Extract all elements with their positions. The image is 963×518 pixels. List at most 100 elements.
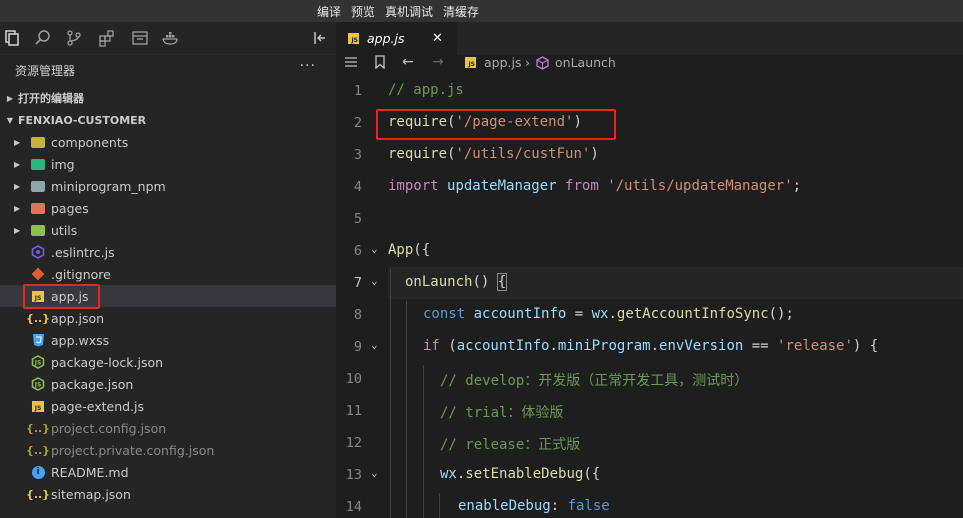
toggle-panel-icon[interactable] (311, 29, 329, 47)
file-tree: ▶ components ▶ img ▶ miniprogram_npm ▶ p… (0, 131, 336, 505)
clear-cache-button[interactable]: 清缓存 (443, 3, 479, 20)
info-icon: i (30, 464, 46, 480)
line-number: 14 (345, 499, 362, 515)
open-editors-label: 打开的编辑器 (18, 92, 84, 105)
devtools-icon[interactable] (131, 29, 149, 47)
chevron-right-icon: ▶ (6, 93, 14, 103)
code-line: 11 // trial：体验版 (336, 395, 963, 427)
breadcrumb-symbol[interactable]: onLaunch (555, 55, 616, 70)
chevron-down-icon[interactable]: ⌄ (371, 242, 378, 255)
json-file-icon: {..} (25, 443, 51, 457)
back-arrow-icon[interactable]: ← (402, 54, 414, 70)
docker-icon[interactable] (162, 29, 180, 47)
tree-item-pages[interactable]: ▶ pages (0, 197, 336, 219)
tree-item-page-extend[interactable]: JS page-extend.js (0, 395, 336, 417)
highlight-box-require (376, 109, 616, 140)
line-number: 10 (345, 371, 362, 387)
compile-button[interactable]: 编译 (317, 3, 341, 20)
line-number: 5 (353, 211, 362, 227)
line-number: 12 (345, 435, 362, 451)
code-token: onLaunch (405, 274, 473, 290)
code-text: import updateManager from '/utils/update… (388, 178, 801, 194)
code-token: '/utils/custFun' (455, 146, 591, 162)
code-token: accountInfo (473, 306, 567, 322)
line-number: 9 (353, 339, 362, 355)
more-actions-icon[interactable]: ··· (300, 58, 316, 74)
code-token: updateManager (447, 178, 557, 194)
tree-item-label: utils (51, 222, 78, 238)
highlight-box-app-js (23, 284, 100, 309)
chevron-right-icon: ▶ (14, 225, 21, 235)
code-text: const accountInfo = wx.getAccountInfoSyn… (423, 306, 794, 322)
code-line: 5 (336, 203, 963, 235)
code-token: wx (440, 466, 457, 482)
code-line: 13 ⌄ wx.setEnableDebug({ (336, 459, 963, 491)
tree-item-label: app.json (51, 310, 105, 326)
tree-item-utils[interactable]: ▶ utils (0, 219, 336, 241)
js-file-icon: JS (30, 398, 46, 414)
tree-item-project-private-config[interactable]: {..} project.private.config.json (0, 439, 336, 461)
tree-item-label: package-lock.json (51, 354, 164, 370)
chevron-right-icon: ▶ (14, 181, 21, 191)
folder-icon (30, 156, 46, 172)
svg-text:JS: JS (34, 360, 42, 367)
explorer-title: 资源管理器 (15, 64, 76, 78)
search-icon[interactable] (34, 29, 52, 47)
tree-item-project-config[interactable]: {..} project.config.json (0, 417, 336, 439)
tree-item-eslintrc[interactable]: .eslintrc.js (0, 241, 336, 263)
eslint-icon (30, 244, 46, 260)
tree-item-label: components (51, 134, 129, 150)
breadcrumb-file[interactable]: app.js (484, 55, 522, 70)
device-debug-button[interactable]: 真机调试 (385, 3, 433, 20)
code-text: require('/utils/custFun') (388, 146, 599, 162)
files-icon[interactable] (2, 29, 20, 47)
tree-item-components[interactable]: ▶ components (0, 131, 336, 153)
forward-arrow-icon[interactable]: → (432, 54, 444, 70)
line-number: 8 (353, 307, 362, 323)
code-token: false (567, 498, 610, 514)
open-editors-section[interactable]: ▶ 打开的编辑器 (0, 87, 336, 109)
npm-file-icon: JS (30, 354, 46, 370)
breadcrumb-separator: › (525, 55, 530, 70)
close-icon[interactable]: ✕ (432, 31, 443, 46)
preview-button[interactable]: 预览 (351, 3, 375, 20)
list-icon[interactable] (344, 55, 358, 72)
code-token: getAccountInfoSync (616, 306, 769, 322)
sidebar-toolbar (0, 22, 336, 55)
code-line: 14 enableDebug: false (336, 491, 963, 518)
code-line: 10 // develop：开发版（正常开发工具，测试时） (336, 363, 963, 395)
json-file-icon: {..} (25, 487, 51, 501)
code-token: envVersion (659, 338, 744, 354)
chevron-down-icon[interactable]: ⌄ (371, 466, 378, 479)
tree-item-gitignore[interactable]: .gitignore (0, 263, 336, 285)
tree-item-package-json[interactable]: JS package.json (0, 373, 336, 395)
tree-item-app-json[interactable]: {..} app.json (0, 307, 336, 329)
code-token: ; (792, 178, 802, 194)
code-token: if (423, 338, 440, 354)
tree-item-readme[interactable]: i README.md (0, 461, 336, 483)
source-control-icon[interactable] (65, 29, 83, 47)
tree-item-sitemap[interactable]: {..} sitemap.json (0, 483, 336, 505)
chevron-right-icon: ▶ (14, 203, 21, 213)
editor-tabs: JS app.js ✕ (336, 22, 963, 55)
tree-item-img[interactable]: ▶ img (0, 153, 336, 175)
bookmark-icon[interactable] (374, 55, 386, 72)
code-text: if (accountInfo.miniProgram.envVersion =… (423, 338, 879, 354)
tree-item-label: project.config.json (51, 420, 167, 436)
code-line: 3 require('/utils/custFun') (336, 139, 963, 171)
code-line: 8 const accountInfo = wx.getAccountInfoS… (336, 299, 963, 331)
npm-file-icon: JS (30, 376, 46, 392)
chevron-down-icon[interactable]: ⌄ (371, 338, 378, 351)
chevron-right-icon: ▶ (14, 137, 21, 147)
code-token: wx (591, 306, 609, 322)
code-token: import (388, 178, 439, 194)
folder-icon (30, 200, 46, 216)
chevron-down-icon[interactable]: ⌄ (371, 274, 378, 287)
project-section[interactable]: ▼ FENXIAO-CUSTOMER (0, 109, 336, 131)
tree-item-package-lock[interactable]: JS package-lock.json (0, 351, 336, 373)
code-token: miniProgram (557, 338, 651, 354)
tab-app-js[interactable]: JS app.js ✕ (336, 22, 457, 55)
tree-item-miniprogram-npm[interactable]: ▶ miniprogram_npm (0, 175, 336, 197)
tree-item-app-wxss[interactable]: app.wxss (0, 329, 336, 351)
extensions-icon[interactable] (98, 29, 116, 47)
